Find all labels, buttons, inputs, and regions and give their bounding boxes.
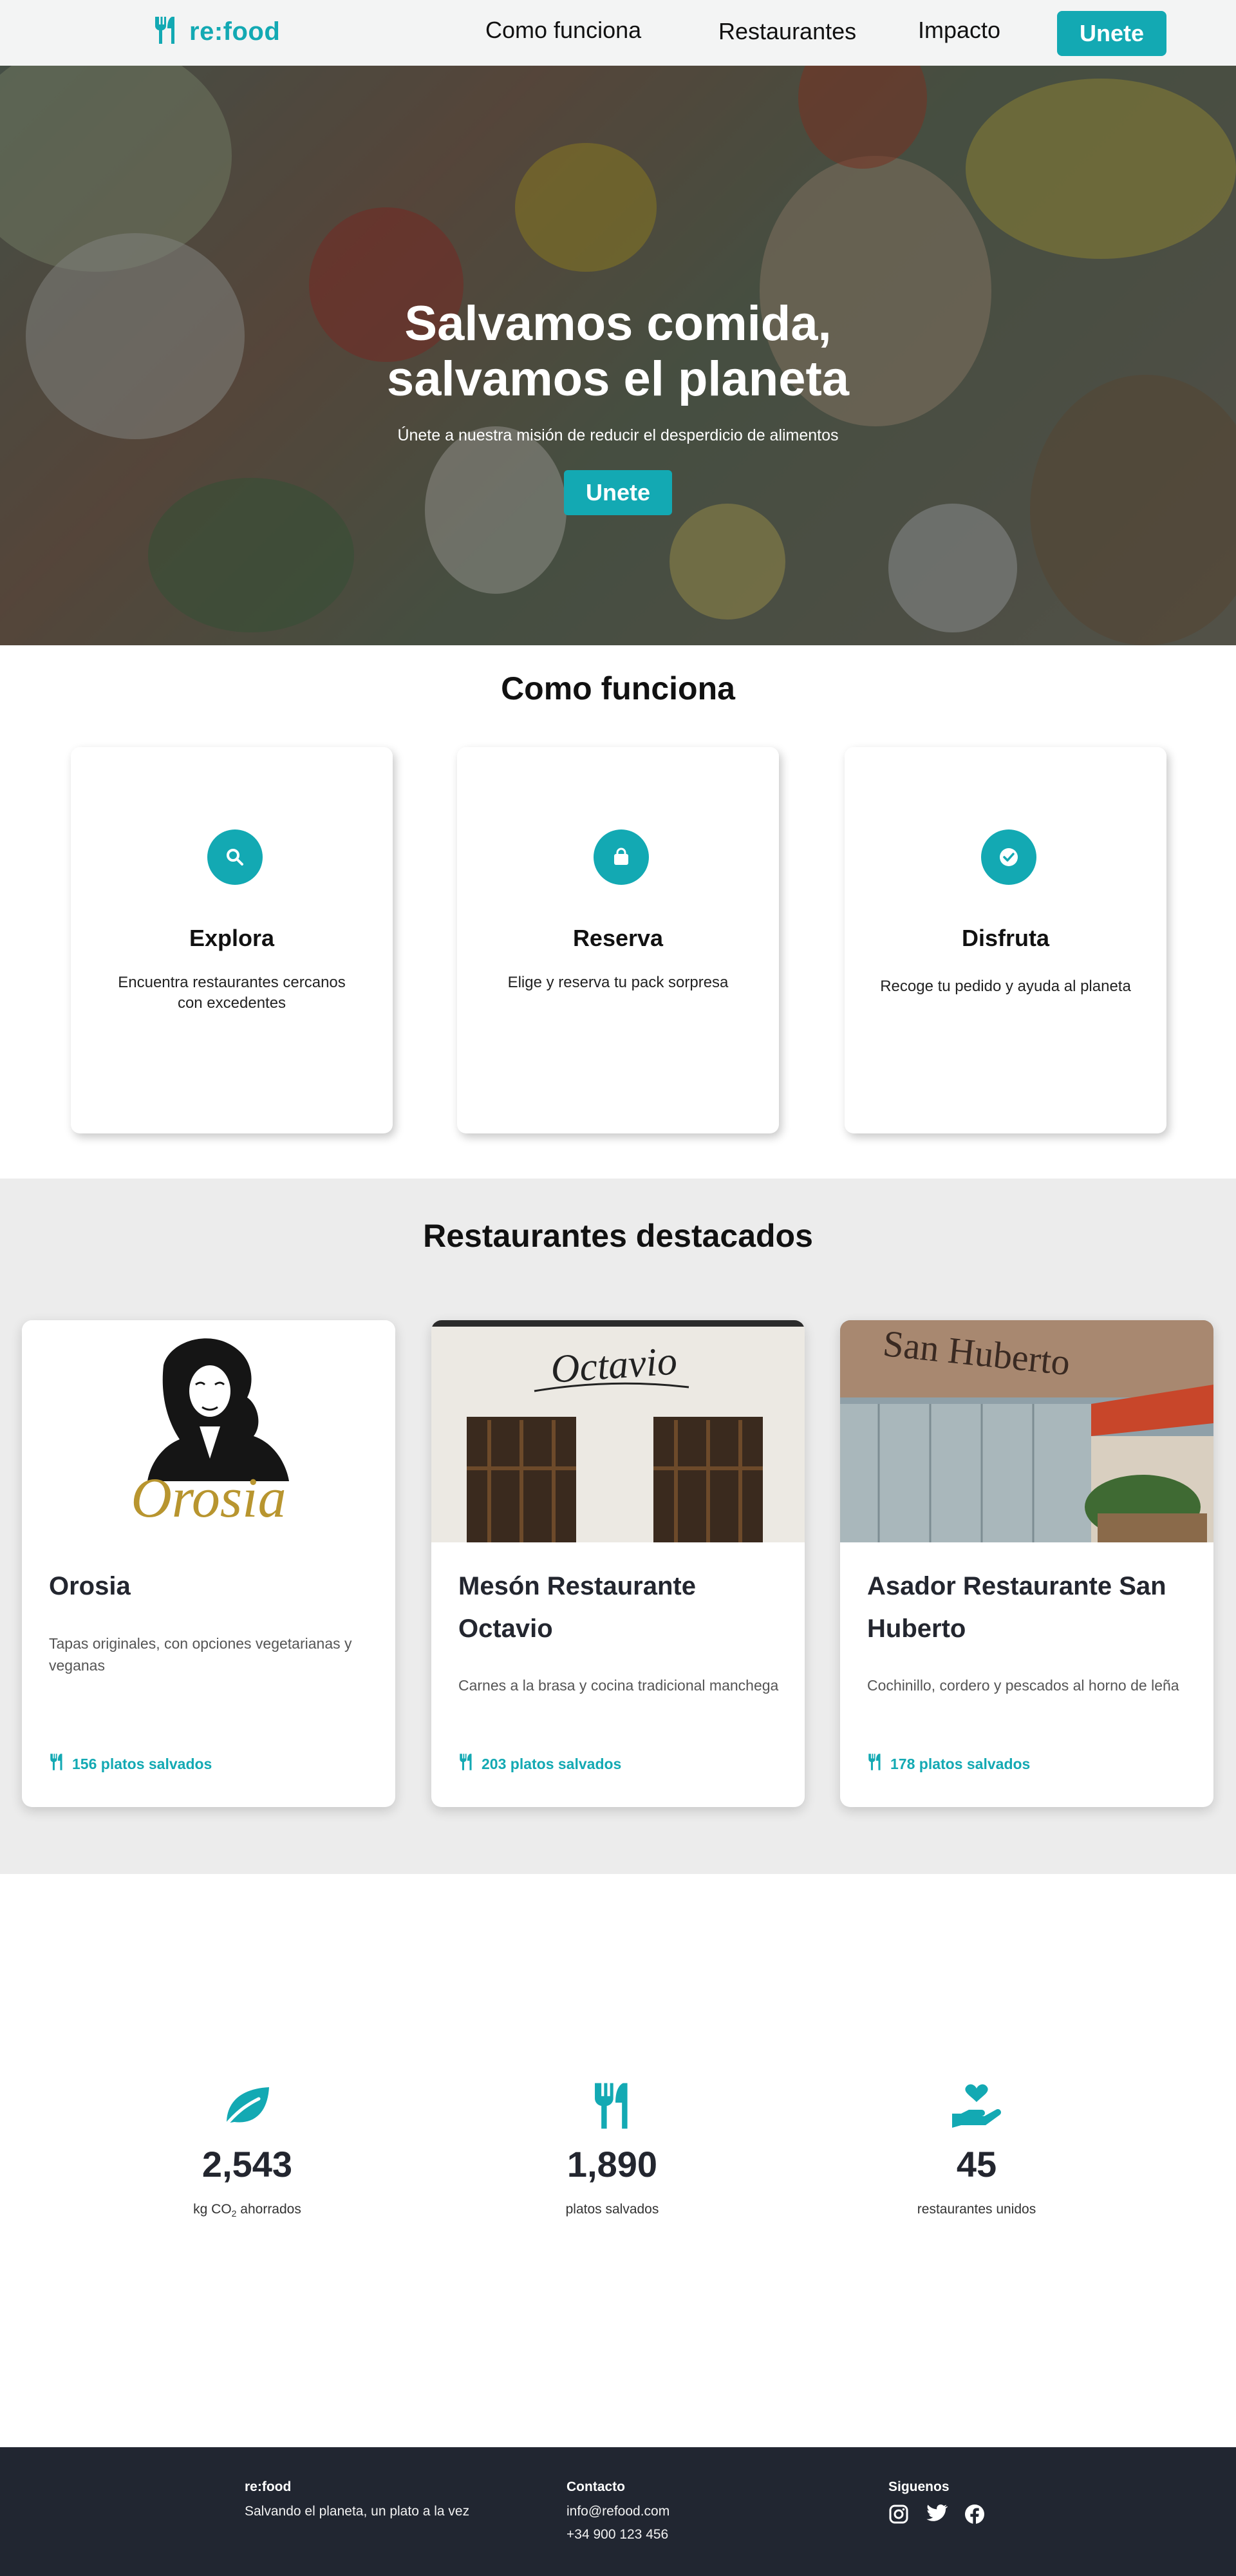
utensils-icon xyxy=(867,1753,883,1775)
hero-join-button[interactable]: Unete xyxy=(564,470,672,515)
stat-label: kg CO2 ahorrados xyxy=(193,2202,301,2219)
saved-dishes: 178 platos salvados xyxy=(867,1753,1030,1775)
stat-label: platos salvados xyxy=(565,2202,659,2217)
step-card-disfruta: Disfruta Recoge tu pedido y ayuda al pla… xyxy=(845,747,1166,1133)
nav-link-impacto[interactable]: Impacto xyxy=(918,17,1000,44)
restaurant-name: Asador Restaurante San Huberto xyxy=(867,1572,1166,1643)
restaurant-card-octavio[interactable]: Octavio Mesón Restaurante Octavio Carnes… xyxy=(431,1320,805,1807)
restaurant-name: Mesón Restaurante Octavio xyxy=(458,1572,696,1643)
stat-co2: 2,543 kg CO2 ahorrados xyxy=(118,2080,376,2219)
stat-value: 2,543 xyxy=(201,2144,293,2184)
restaurant-photo: San Huberto xyxy=(840,1320,1213,1542)
stat-label: restaurantes unidos xyxy=(917,2202,1036,2217)
stat-value: 1,890 xyxy=(566,2144,658,2184)
twitter-icon[interactable] xyxy=(926,2504,948,2524)
footer-email-link[interactable]: info@refood.com xyxy=(566,2504,670,2519)
restaurant-description: Cochinillo, cordero y pescados al horno … xyxy=(867,1677,1179,1694)
footer-brand-column: re:food Salvando el planeta, un plato a … xyxy=(245,2479,469,2527)
brand-logo[interactable]: re:food xyxy=(153,15,280,48)
nav-link-restaurantes[interactable]: Restaurantes xyxy=(718,18,856,45)
footer-tagline: Salvando el planeta, un plato a la vez xyxy=(245,2504,470,2519)
brand-name: re:food xyxy=(189,17,281,46)
footer-social-column: Siguenos xyxy=(888,2479,985,2524)
restaurant-logo: Orosia xyxy=(22,1320,395,1542)
footer-follow-title: Siguenos xyxy=(888,2479,950,2494)
footer-contact-title: Contacto xyxy=(566,2479,625,2494)
facebook-icon[interactable] xyxy=(964,2504,985,2524)
utensils-icon xyxy=(153,15,178,48)
restaurant-description: Tapas originales, con opciones vegetaria… xyxy=(49,1635,352,1674)
shopping-bag-icon xyxy=(594,829,649,885)
restaurant-name: Orosia xyxy=(49,1572,131,1600)
hero-title: Salvamos comida, salvamos el planeta xyxy=(386,296,850,406)
join-button[interactable]: Unete xyxy=(1057,11,1166,56)
leaf-icon xyxy=(118,2080,376,2132)
step-description: Encuentra restaurantes cercanos con exce… xyxy=(118,974,346,1012)
utensils-icon xyxy=(483,2080,741,2132)
footer: re:food Salvando el planeta, un plato a … xyxy=(0,2447,1236,2576)
saved-dishes: 203 platos salvados xyxy=(458,1753,621,1775)
search-icon xyxy=(207,829,263,885)
restaurant-photo: Octavio xyxy=(431,1320,805,1542)
top-nav: re:food Como funciona Restaurantes Impac… xyxy=(0,0,1236,66)
utensils-icon xyxy=(458,1753,474,1775)
restaurant-card-san-huberto[interactable]: San Huberto Asador Restaurante San Huber… xyxy=(840,1320,1213,1807)
check-circle-icon xyxy=(981,829,1036,885)
stat-dishes: 1,890 platos salvados xyxy=(483,2080,741,2217)
stat-restaurants: 45 restaurantes unidos xyxy=(848,2080,1105,2217)
footer-phone-link[interactable]: +34 900 123 456 xyxy=(566,2527,670,2543)
step-card-reserva: Reserva Elige y reserva tu pack sorpresa xyxy=(457,747,779,1133)
hero-section: Salvamos comida, salvamos el planeta Úne… xyxy=(0,66,1236,645)
instagram-icon[interactable] xyxy=(888,2504,909,2524)
step-description: Recoge tu pedido y ayuda al planeta xyxy=(880,978,1131,995)
hand-heart-icon xyxy=(848,2080,1105,2132)
step-title: Explora xyxy=(189,925,275,951)
footer-brand: re:food xyxy=(245,2479,292,2494)
nav-link-como-funciona[interactable]: Como funciona xyxy=(485,17,641,44)
restaurants-section-title: Restaurantes destacados xyxy=(423,1218,813,1254)
hero-subtitle: Únete a nuestra misión de reducir el des… xyxy=(397,426,839,444)
restaurant-logo-text: Orosia xyxy=(131,1467,286,1530)
restaurant-card-orosia[interactable]: Orosia Orosia Tapas originales, con opci… xyxy=(22,1320,395,1807)
stat-value: 45 xyxy=(956,2144,997,2184)
step-card-explora: Explora Encuentra restaurantes cercanos … xyxy=(71,747,393,1133)
saved-dishes: 156 platos salvados xyxy=(49,1753,212,1775)
utensils-icon xyxy=(49,1753,64,1775)
footer-contact-column: Contacto info@refood.com +34 900 123 456 xyxy=(566,2479,670,2550)
restaurant-description: Carnes a la brasa y cocina tradicional m… xyxy=(458,1677,779,1694)
step-title: Disfruta xyxy=(961,925,1050,951)
step-title: Reserva xyxy=(572,925,664,951)
step-description: Elige y reserva tu pack sorpresa xyxy=(507,974,729,991)
how-section-title: Como funciona xyxy=(501,670,735,706)
